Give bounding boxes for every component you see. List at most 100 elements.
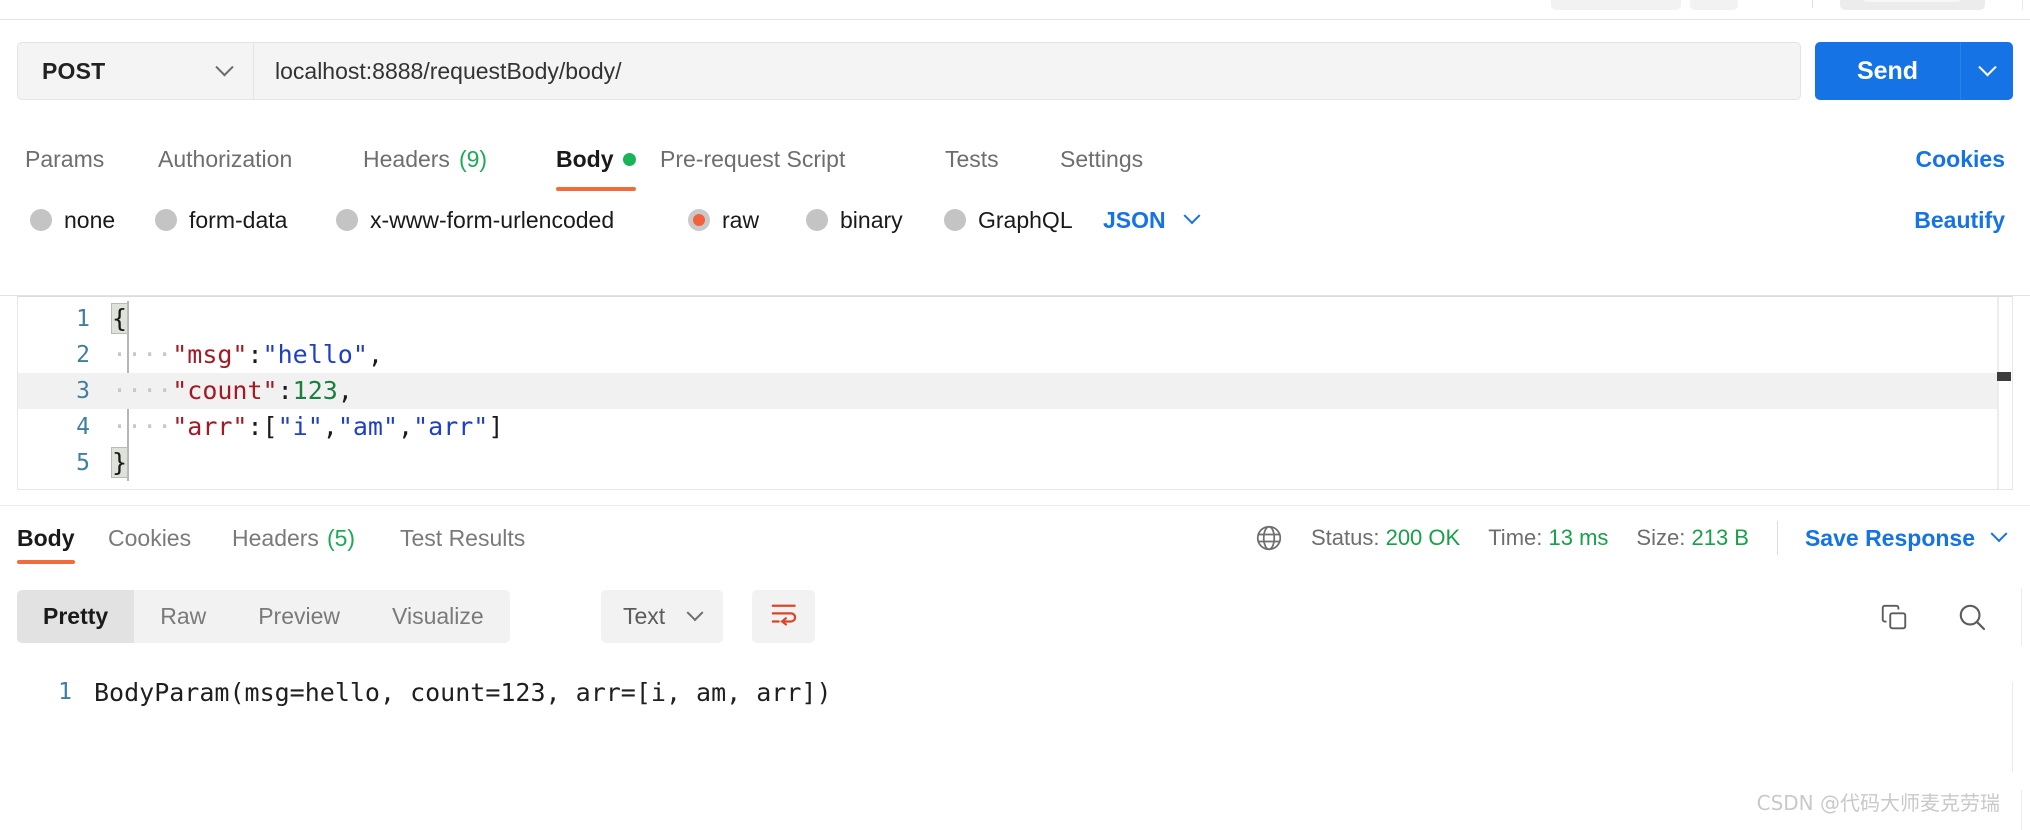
- radio-form-data[interactable]: form-data: [155, 200, 287, 240]
- body-modified-dot-icon: [622, 152, 636, 166]
- tab-label: Headers: [232, 524, 319, 551]
- radio-raw[interactable]: raw: [688, 200, 759, 240]
- json-key: "msg": [172, 340, 248, 369]
- radio-icon-selected: [688, 209, 710, 231]
- toolbar-divider: [1812, 0, 1813, 8]
- tab-settings[interactable]: Settings: [1060, 133, 1143, 185]
- response-tab-headers[interactable]: Headers (5): [232, 516, 355, 560]
- editor-line[interactable]: 1 {: [18, 301, 2012, 337]
- raw-format-label: JSON: [1103, 206, 1166, 233]
- response-body-text: BodyParam(msg=hello, count=123, arr=[i, …: [94, 677, 832, 707]
- response-size: Size: 213 B: [1636, 525, 1749, 551]
- line-content: ····"msg":"hello",: [112, 337, 383, 373]
- tab-body[interactable]: Body: [556, 133, 636, 191]
- response-tab-cookies[interactable]: Cookies: [108, 516, 191, 560]
- postman-window: POST Send Params Authorization Headers (…: [0, 0, 2030, 830]
- editor-scrollbar[interactable]: [1997, 297, 2012, 489]
- time-value: 13 ms: [1548, 525, 1609, 550]
- view-label: Visualize: [392, 603, 484, 629]
- status-code: Status: 200 OK: [1311, 525, 1460, 551]
- response-actions: [1879, 590, 1988, 643]
- status-label: Status:: [1310, 525, 1380, 550]
- radio-graphql[interactable]: GraphQL: [944, 200, 1073, 240]
- search-icon[interactable]: [1956, 601, 1988, 633]
- indent-dots: ····: [112, 340, 173, 369]
- view-raw[interactable]: Raw: [134, 590, 232, 643]
- json-colon: :: [277, 376, 293, 405]
- radio-label: raw: [722, 206, 760, 233]
- request-body-editor[interactable]: 1 { 2 ····"msg":"hello", 3 ····"count":1…: [17, 296, 2013, 490]
- response-tab-test-results[interactable]: Test Results: [400, 516, 525, 560]
- beautify-label: Beautify: [1914, 206, 2005, 233]
- response-format-selector[interactable]: Text: [601, 590, 724, 643]
- radio-none[interactable]: none: [30, 200, 115, 240]
- tab-params[interactable]: Params: [25, 133, 104, 185]
- tab-authorization[interactable]: Authorization: [158, 133, 292, 185]
- radio-label: none: [64, 206, 116, 233]
- request-url-row: POST Send: [0, 20, 2030, 120]
- tab-pre-request-script[interactable]: Pre-request Script: [660, 133, 845, 185]
- editor-line[interactable]: 4 ····"arr":["i","am","arr"]: [18, 409, 2012, 445]
- save-response-button[interactable]: Save Response: [1805, 525, 2008, 552]
- watermark-divider: [2021, 790, 2022, 830]
- view-visualize[interactable]: Visualize: [366, 590, 510, 643]
- status-value: 200 OK: [1385, 525, 1461, 550]
- json-number-value: 123: [292, 376, 338, 405]
- indent-dots: ····: [112, 412, 173, 441]
- view-label: Pretty: [43, 603, 109, 629]
- http-method-selector[interactable]: POST: [18, 43, 254, 99]
- editor-scrollbar-thumb[interactable]: [1997, 372, 2011, 381]
- response-body-divider: [2012, 682, 2013, 772]
- csdn-watermark: CSDN @代码大师麦克劳瑞: [1756, 791, 2000, 815]
- editor-line[interactable]: 2 ····"msg":"hello",: [18, 337, 2012, 373]
- tab-label: Headers: [363, 145, 450, 172]
- view-pretty[interactable]: Pretty: [17, 590, 135, 643]
- toolbar-divider-right: [2022, 0, 2023, 10]
- url-input[interactable]: [254, 43, 1800, 99]
- line-content: {: [110, 301, 129, 337]
- radio-x-www-form-urlencoded[interactable]: x-www-form-urlencoded: [336, 200, 614, 240]
- toolbar-ghost-button-1: [1551, 0, 1681, 10]
- chevron-down-icon: [1990, 525, 2008, 543]
- word-wrap-button[interactable]: [752, 590, 815, 643]
- json-bracket-close: ]: [488, 412, 504, 441]
- bracket-match-close: }: [110, 447, 129, 478]
- headers-count-badge: (5): [326, 524, 356, 551]
- tab-label: Test Results: [400, 524, 526, 551]
- line-content: ····"arr":["i","am","arr"]: [112, 409, 503, 445]
- radio-binary[interactable]: binary: [806, 200, 903, 240]
- tab-label: Body: [17, 524, 75, 551]
- view-label: Preview: [258, 603, 341, 629]
- beautify-button[interactable]: Beautify: [1914, 200, 2005, 240]
- tab-label: Pre-request Script: [660, 145, 846, 172]
- response-tab-body[interactable]: Body: [17, 516, 75, 564]
- time-label: Time:: [1488, 525, 1543, 550]
- tab-tests[interactable]: Tests: [945, 133, 999, 185]
- response-format-label: Text: [623, 603, 666, 629]
- response-body-viewer[interactable]: 1 BodyParam(msg=hello, count=123, arr=[i…: [0, 672, 2030, 792]
- bracket-match-open: {: [110, 303, 129, 334]
- copy-icon[interactable]: [1879, 602, 1909, 632]
- radio-icon: [336, 209, 358, 231]
- editor-line-active[interactable]: 3 ····"count":123,: [18, 373, 2012, 409]
- json-comma: ,: [337, 376, 353, 405]
- toolbar-ghost-button-2: [1690, 0, 1738, 10]
- size-value: 213 B: [1691, 525, 1749, 550]
- response-meta-group: Status: 200 OK Time: 13 ms Size: 213 B S…: [1254, 516, 2008, 560]
- cookies-link[interactable]: Cookies: [1916, 133, 2005, 185]
- raw-format-selector[interactable]: JSON: [1103, 200, 1201, 240]
- editor-line[interactable]: 5 }: [18, 445, 2012, 481]
- line-number: 1: [76, 306, 90, 332]
- right-panel-divider: [2021, 588, 2022, 646]
- radio-icon: [30, 209, 52, 231]
- line-number: 1: [58, 679, 72, 705]
- send-options-button[interactable]: [1961, 57, 2013, 78]
- json-key: "arr": [172, 412, 248, 441]
- tab-label: Cookies: [108, 524, 192, 551]
- send-button[interactable]: Send: [1815, 42, 2013, 100]
- tab-headers[interactable]: Headers (9): [363, 133, 487, 185]
- response-view-toolbar: Pretty Raw Preview Visualize Text: [0, 588, 2030, 660]
- word-wrap-icon: [769, 601, 799, 632]
- radio-label: x-www-form-urlencoded: [370, 206, 615, 233]
- view-preview[interactable]: Preview: [232, 590, 366, 643]
